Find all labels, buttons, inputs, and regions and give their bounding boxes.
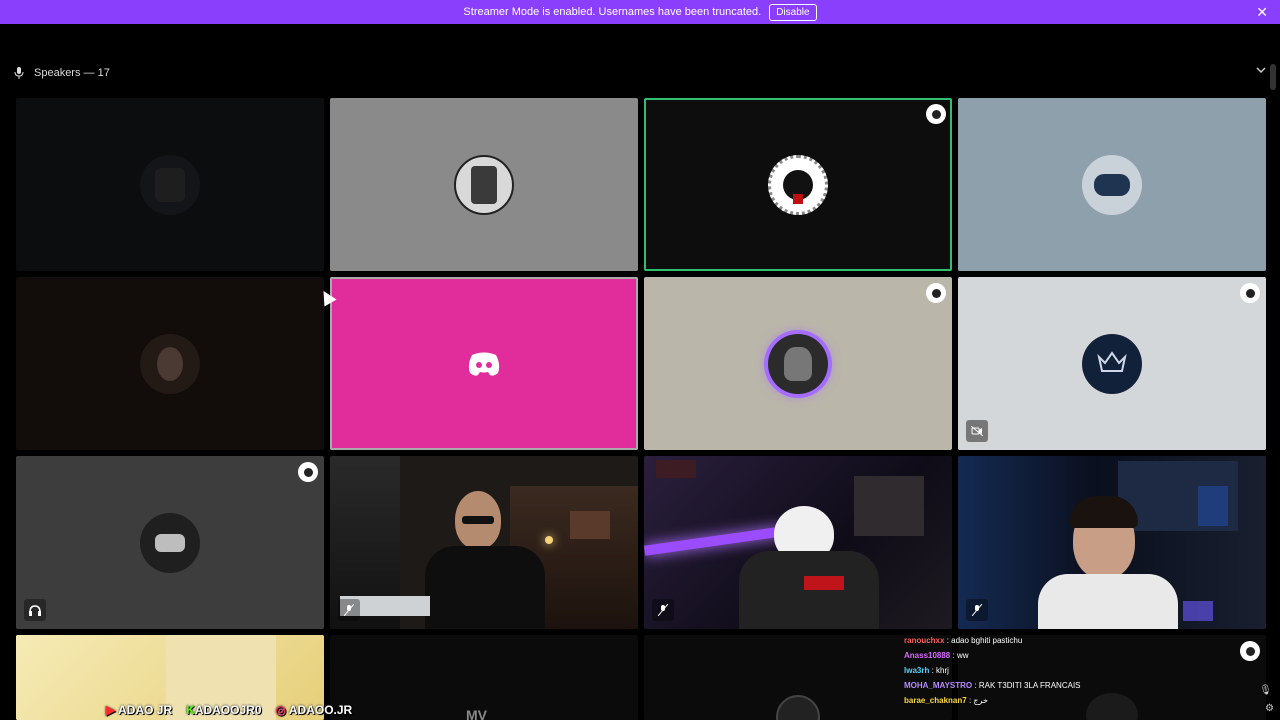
chevron-down-icon[interactable] <box>1256 66 1266 74</box>
participant-avatar <box>140 154 200 215</box>
participant-video-tile[interactable] <box>644 456 952 629</box>
muted-mic-icon <box>652 599 674 621</box>
participant-avatar <box>1082 154 1142 215</box>
microphone-icon[interactable]: 🎙 <box>1259 685 1272 696</box>
speakers-header[interactable]: Speakers — 17 <box>14 64 110 82</box>
muted-mic-icon <box>966 599 988 621</box>
close-icon[interactable]: ✕ <box>1256 4 1268 20</box>
chat-username: barae_chaknan7 <box>904 696 967 705</box>
chat-message: MOHA_MAYSTRO : RAK T3DITI 3LA FRANCAIS <box>904 678 1224 693</box>
chat-text: : khrj <box>931 666 949 675</box>
chat-text: : ww <box>952 651 969 660</box>
chat-text: : RAK T3DITI 3LA FRANCAIS <box>974 681 1081 690</box>
participant-avatar <box>1082 333 1142 394</box>
participant-tile-speaking[interactable] <box>644 98 952 271</box>
social-handles-overlay: ▶ ADAO JR KADAOOJR0 ◎ ADAOO.JR <box>106 703 352 717</box>
moderator-badge-icon <box>926 104 946 124</box>
chat-username: ranouchxx <box>904 636 945 645</box>
mv-avatar-text: MV <box>466 707 487 720</box>
chat-text: : adao bghiti pastichu <box>946 636 1023 645</box>
participant-tile[interactable] <box>16 98 324 271</box>
moderator-badge-icon <box>926 283 946 303</box>
camera-off-icon <box>966 420 988 442</box>
chat-username: lwa3rh <box>904 666 930 675</box>
kick-handle-text: ADAOOJR0 <box>194 703 262 717</box>
youtube-handle: ▶ ADAO JR <box>106 703 172 717</box>
participant-avatar <box>140 333 200 394</box>
instagram-handle: ◎ ADAOO.JR <box>276 703 353 717</box>
kick-icon: K <box>186 703 195 717</box>
participant-video-tile[interactable] <box>330 456 638 629</box>
youtube-icon: ▶ <box>106 703 116 717</box>
discord-logo-icon <box>454 334 514 394</box>
chat-username: Anass10888 <box>904 651 951 660</box>
chat-message: barae_chaknan7 : خرج <box>904 693 1224 708</box>
muted-mic-icon <box>338 599 360 621</box>
participant-tile[interactable] <box>16 456 324 629</box>
microphone-icon <box>14 67 24 79</box>
speakers-title: Speakers — 17 <box>34 67 110 79</box>
participant-tile[interactable] <box>330 98 638 271</box>
participant-tile[interactable] <box>958 98 1266 271</box>
video-feed <box>330 456 638 629</box>
participant-video-tile[interactable] <box>958 456 1266 629</box>
moderator-badge-icon <box>1240 641 1260 661</box>
participant-avatar <box>776 695 820 720</box>
banner-message: Streamer Mode is enabled. Usernames have… <box>463 6 762 18</box>
participant-tile[interactable] <box>644 277 952 450</box>
streamer-mode-banner: Streamer Mode is enabled. Usernames have… <box>0 0 1280 24</box>
chat-message: ranouchxx : adao bghiti pastichu <box>904 633 1224 648</box>
moderator-badge-icon <box>298 462 318 482</box>
stream-chat-overlay: ranouchxx : adao bghiti pastichu Anass10… <box>904 633 1224 708</box>
headphones-icon <box>24 599 46 621</box>
participant-tile[interactable] <box>16 277 324 450</box>
moderator-badge-icon <box>1240 283 1260 303</box>
settings-icon[interactable]: ⚙ <box>1265 703 1274 714</box>
chat-username: MOHA_MAYSTRO <box>904 681 973 690</box>
chat-message: Anass10888 : ww <box>904 648 1224 663</box>
participant-tile-selected[interactable] <box>330 277 638 450</box>
participant-tile[interactable] <box>958 277 1266 450</box>
video-feed <box>958 456 1266 629</box>
participant-avatar <box>768 154 828 215</box>
disable-streamer-mode-button[interactable]: Disable <box>769 3 817 21</box>
youtube-handle-text: ADAO JR <box>118 703 173 717</box>
instagram-handle-text: ADAOO.JR <box>288 703 353 717</box>
participant-avatar <box>768 333 828 394</box>
video-feed <box>644 456 952 629</box>
chat-message: lwa3rh : khrj <box>904 663 1224 678</box>
chat-text: : خرج <box>968 696 988 705</box>
kick-handle: KADAOOJR0 <box>186 703 261 717</box>
instagram-icon: ◎ <box>275 703 286 717</box>
participant-avatar <box>140 512 200 573</box>
participant-tile[interactable]: MV <box>330 635 638 720</box>
scrollbar-thumb[interactable] <box>1270 64 1276 90</box>
participant-avatar <box>454 154 514 215</box>
